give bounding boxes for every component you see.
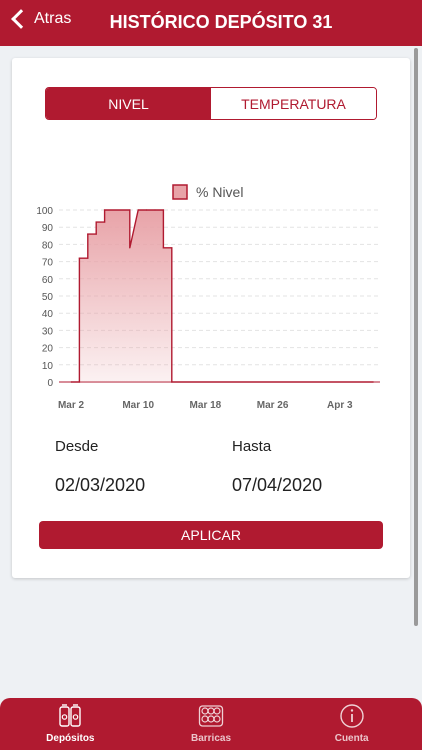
data-point [162, 209, 164, 211]
data-point [154, 209, 156, 211]
tab-depositos[interactable]: Depósitos [0, 698, 141, 750]
data-point [372, 381, 374, 383]
history-card: NIVEL TEMPERATURA % Nivel 0 10 20 30 40 50 60 7… [12, 58, 410, 578]
x-tick-label: Mar 18 [190, 400, 222, 411]
data-point [95, 233, 97, 235]
to-field: Hasta 07/04/2020 [232, 438, 322, 496]
data-point [171, 381, 173, 383]
y-tick-label: 90 [42, 223, 54, 234]
data-point [129, 209, 131, 211]
apply-button[interactable]: APLICAR [39, 521, 383, 549]
legend-swatch [172, 184, 188, 200]
data-point [78, 257, 80, 259]
x-tick-label: Mar 10 [122, 400, 154, 411]
y-tick-label: 20 [42, 344, 54, 355]
tab-cuenta-label: Cuenta [334, 733, 369, 744]
to-label: Hasta [232, 438, 272, 455]
barrels-icon [198, 705, 224, 727]
y-tick-label: 80 [42, 240, 54, 251]
top-bar: Atras HISTÓRICO DEPÓSITO 31 [0, 0, 422, 46]
tab-depositos-label: Depósitos [46, 733, 95, 744]
y-tick-label: 0 [47, 378, 53, 389]
tab-barricas[interactable]: Barricas [141, 698, 282, 750]
data-point [87, 233, 89, 235]
data-point [104, 221, 106, 223]
page-title: HISTÓRICO DEPÓSITO 31 [109, 12, 333, 32]
from-label: Desde [55, 438, 99, 455]
segmented-control: NIVEL TEMPERATURA [45, 87, 377, 120]
tanks-icon [59, 704, 82, 727]
x-tick-label: Apr 3 [327, 400, 353, 411]
data-point [70, 381, 72, 383]
tab-nivel[interactable]: NIVEL [46, 88, 211, 119]
y-tick-label: 100 [36, 206, 53, 217]
to-date-input[interactable]: 07/04/2020 [232, 475, 322, 496]
bottom-tab-bar: Depósitos Barricas Cuenta [0, 698, 422, 750]
legend-label: % Nivel [196, 184, 243, 200]
x-tick-label: Mar 2 [58, 400, 85, 411]
data-point [104, 209, 106, 211]
data-point [137, 209, 139, 211]
data-point [162, 247, 164, 249]
data-point [129, 247, 131, 249]
y-tick-label: 60 [42, 275, 54, 286]
data-point [171, 247, 173, 249]
y-tick-label: 10 [42, 361, 54, 372]
tab-barricas-label: Barricas [190, 733, 232, 744]
info-icon [339, 704, 364, 728]
data-point [87, 257, 89, 259]
data-point [146, 209, 148, 211]
y-tick-label: 70 [42, 258, 54, 269]
chart-legend: % Nivel [172, 184, 243, 200]
level-chart: % Nivel 0 10 20 30 40 50 60 70 80 90 100 Mar 2 Mar … [36, 184, 380, 411]
from-field: Desde 02/03/2020 [55, 438, 145, 496]
data-point [95, 221, 97, 223]
y-tick-label: 50 [42, 292, 54, 303]
data-point [78, 381, 80, 383]
tab-temperatura[interactable]: TEMPERATURA [211, 88, 376, 119]
tab-cuenta[interactable]: Cuenta [281, 698, 422, 750]
from-date-input[interactable]: 02/03/2020 [55, 475, 145, 496]
y-tick-label: 40 [42, 309, 54, 320]
x-tick-label: Mar 26 [257, 400, 289, 411]
y-tick-label: 30 [42, 326, 54, 337]
scrollbar[interactable] [414, 48, 418, 626]
